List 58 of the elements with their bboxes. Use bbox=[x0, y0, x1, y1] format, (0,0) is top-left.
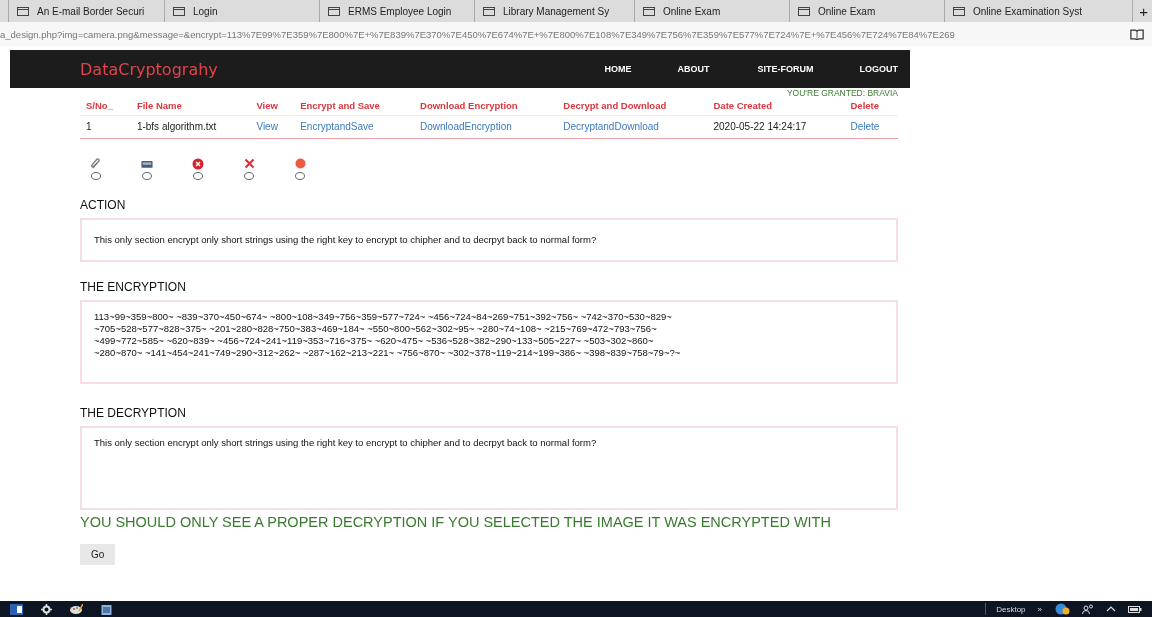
tab-title: ERMS Employee Login bbox=[348, 5, 452, 17]
tab-title: Login bbox=[193, 5, 218, 17]
text-area[interactable]: This only section encrypt only short strings using the right key to encrypt to chipher and to decrpyt back to normal form? bbox=[80, 218, 898, 262]
caret-up-icon[interactable] bbox=[1106, 606, 1116, 612]
granted-message: YOU'RE GRANTED: BRAVIA bbox=[786, 88, 898, 98]
table-link[interactable]: View bbox=[250, 115, 295, 139]
text-area[interactable]: This only section encrypt only short strings using the right key to encrypt to chipher and to decrpyt back to normal form? bbox=[80, 426, 898, 510]
nav-link[interactable]: SITE-FORUM bbox=[757, 64, 814, 74]
tab-title: Library Management Sy bbox=[503, 5, 610, 17]
table-link[interactable]: Delete bbox=[844, 115, 898, 139]
tab-title: Online Exam bbox=[663, 5, 721, 17]
section-heading: THE ENCRYPTION bbox=[80, 280, 187, 294]
site-logo[interactable]: DataCryptograhy bbox=[80, 59, 218, 79]
column-header: Download Encryption bbox=[420, 100, 518, 111]
book-icon[interactable] bbox=[1130, 28, 1144, 40]
error-icon bbox=[192, 157, 204, 170]
notice-text: YOU SHOULD ONLY SEE A PROPER DECRYPTION IF YOU SELECTED THE IMAGE IT WAS ENCRYPTED WITH bbox=[80, 516, 832, 528]
nav-link[interactable]: HOME bbox=[604, 64, 632, 74]
tab-title: Online Exam bbox=[818, 5, 876, 17]
window-icon bbox=[17, 6, 29, 16]
word-icon[interactable] bbox=[10, 603, 23, 615]
column-header: Delete bbox=[850, 100, 879, 111]
go-button[interactable]: Go bbox=[80, 544, 116, 565]
people-icon[interactable] bbox=[1082, 604, 1094, 614]
tab-title: Online Examination Syst bbox=[973, 5, 1082, 17]
battery-icon[interactable] bbox=[1128, 605, 1142, 613]
column-header: View bbox=[256, 100, 278, 111]
overflow-chevron[interactable]: » bbox=[1037, 604, 1042, 614]
column-header: Encrypt and Save bbox=[300, 100, 380, 111]
section-heading: THE DECRYPTION bbox=[80, 406, 187, 420]
palette-icon[interactable] bbox=[70, 604, 83, 614]
nav-link[interactable]: LOGOUT bbox=[859, 64, 898, 74]
table-link[interactable]: EncryptandSave bbox=[294, 115, 415, 139]
notepad-icon[interactable] bbox=[101, 603, 112, 615]
column-header: Date Created bbox=[713, 100, 773, 111]
window-icon bbox=[643, 6, 655, 16]
desktop-toolbar-label[interactable]: Desktop bbox=[996, 604, 1026, 614]
help-icon[interactable] bbox=[1054, 603, 1070, 615]
nav-link[interactable]: ABOUT bbox=[677, 64, 710, 74]
window-icon bbox=[798, 6, 810, 16]
table-cell: 1-bfs algorithm.txt bbox=[130, 115, 251, 139]
window-icon bbox=[173, 6, 185, 16]
table-cell: 1 bbox=[80, 115, 131, 139]
cross-icon bbox=[243, 158, 255, 169]
tab-title: An E-mail Border Securi bbox=[37, 5, 145, 17]
window-icon bbox=[483, 6, 495, 16]
text-area[interactable]: 113~99~359~800~ ~839~370~450~674~ ~800~108~349~756~359~577~724~ ~456~724~84~269~751~392~756~ ~742~370~530~829~ ~705~528~577~828~375~ ~201~280~828~750~383~469~184~ ~550~800~562~302~95~ ~280~74~108~ ~215~769~472~793~756~ ~499~772~585~ ~620~839~ ~456~724~241~119~353~716~375~ ~620~475~ ~536~528~382~290~133~505~227~ ~503~302~860~ ~280~870~ ~141~454~241~749~290~312~262~ ~287~162~213~221~ ~756~870~ ~302~378~119~214~199~386~ ~398~839~758~79~?~ bbox=[80, 300, 898, 384]
window-icon bbox=[953, 6, 965, 16]
table-cell: 2020-05-22 14:24:17 bbox=[707, 115, 845, 139]
window-icon bbox=[328, 6, 340, 16]
dot-icon bbox=[294, 158, 306, 169]
column-header: File Name bbox=[136, 100, 182, 111]
table-link[interactable]: DecryptandDownload bbox=[557, 115, 708, 139]
column-header: Decrypt and Download bbox=[563, 100, 667, 111]
table-link[interactable]: DownloadEncryption bbox=[414, 115, 558, 139]
section-heading: ACTION bbox=[80, 198, 127, 212]
column-header: S/No_ bbox=[86, 100, 113, 111]
camera-icon bbox=[141, 158, 153, 169]
